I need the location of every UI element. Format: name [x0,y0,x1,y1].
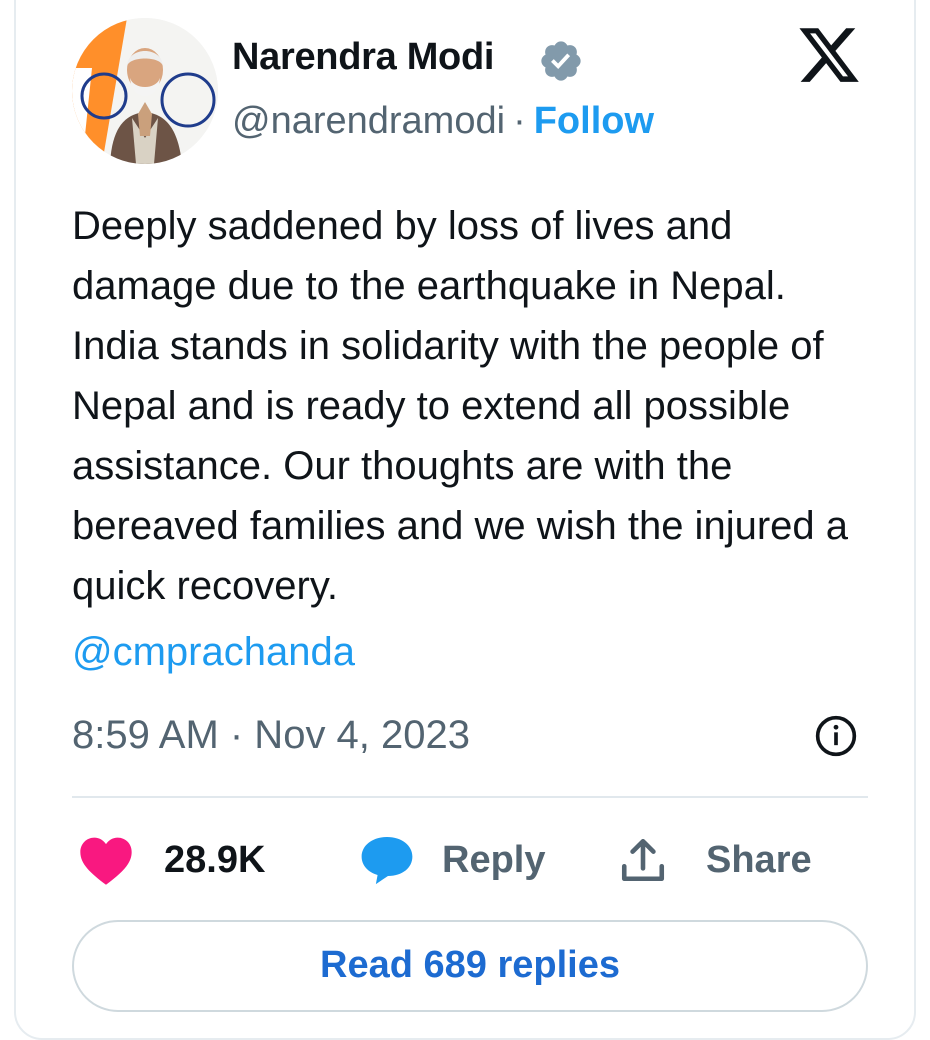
timestamp[interactable]: 8:59 AM · Nov 4, 2023 [72,710,470,760]
reply-button[interactable]: Reply [358,830,545,890]
tweet-text: Deeply saddened by loss of lives and dam… [72,204,848,608]
handle-row: @narendramodi · Follow [232,100,654,143]
read-replies-button[interactable]: Read 689 replies [72,920,868,1012]
separator: · [513,100,526,142]
author-name[interactable]: Narendra Modi [232,36,494,79]
like-button[interactable]: 28.9K [78,830,265,890]
author-handle[interactable]: @narendramodi [232,100,505,142]
x-logo-icon[interactable] [794,22,864,88]
share-button[interactable]: Share [618,830,812,890]
avatar-image [72,18,218,164]
avatar[interactable] [72,18,218,164]
heart-icon [80,837,132,885]
divider [72,796,868,798]
reply-label: Reply [442,838,546,881]
share-icon [621,838,665,882]
info-icon[interactable] [814,714,858,758]
share-label: Share [706,838,812,881]
verified-badge-icon [541,41,581,81]
like-count: 28.9K [164,838,266,881]
mention-link[interactable]: @cmprachanda [72,622,355,682]
speech-bubble-icon [361,837,413,885]
follow-button[interactable]: Follow [534,100,654,142]
read-replies-label: Read 689 replies [320,944,620,986]
